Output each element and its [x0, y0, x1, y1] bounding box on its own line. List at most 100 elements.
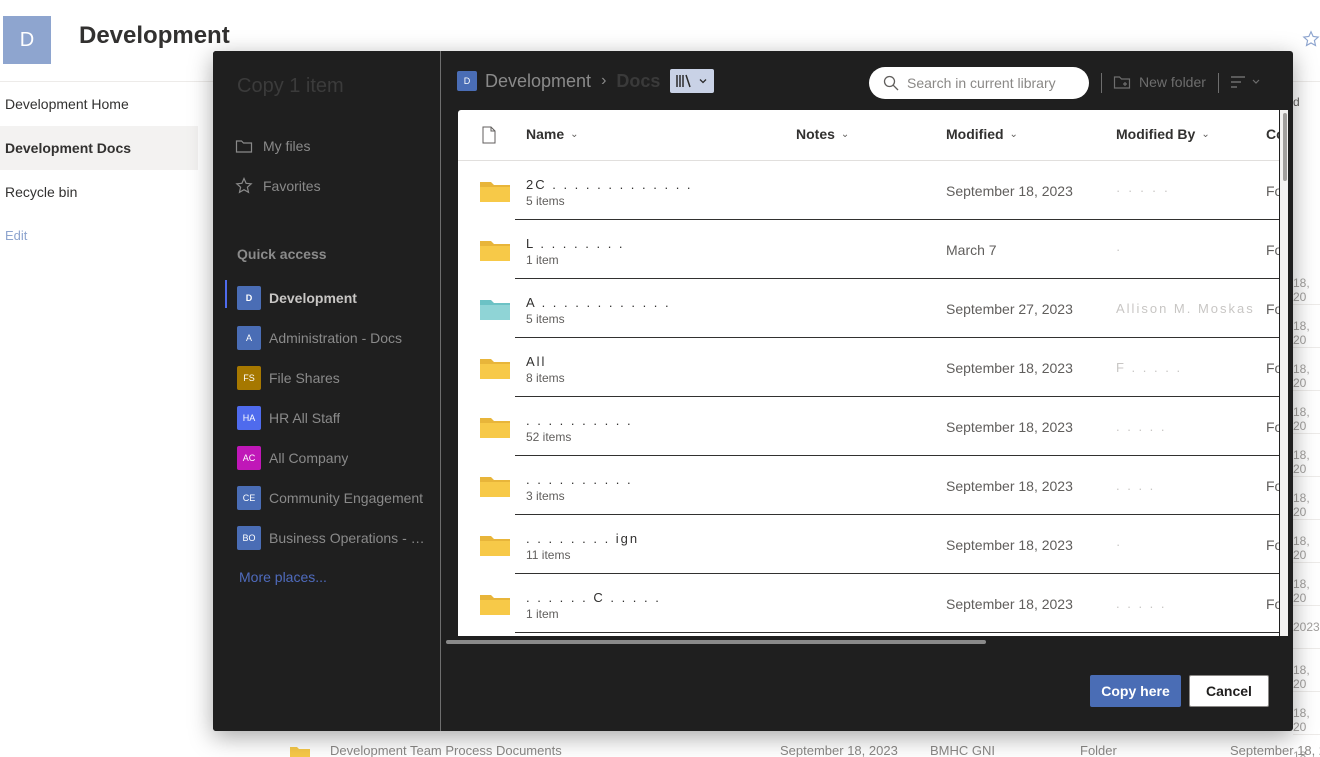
site-badge: AC [237, 446, 261, 470]
column-header-type[interactable]: Co [1266, 126, 1279, 142]
site-badge: BO [237, 526, 261, 550]
chevron-down-icon: ⌄ [1201, 128, 1210, 140]
follow-star-icon[interactable] [1302, 30, 1320, 48]
item-count: 5 items [526, 312, 565, 326]
column-header-name[interactable]: Name ⌄ [526, 126, 579, 142]
item-count: 3 items [526, 489, 565, 503]
search-icon [883, 75, 899, 91]
chevron-down-icon: ⌄ [840, 128, 850, 140]
item-modified: September 18, 2023 [946, 419, 1073, 435]
chevron-right-icon: › [601, 72, 607, 89]
more-places-link[interactable]: More places... [239, 569, 327, 585]
quick-access-administration-docs[interactable]: A Administration - Docs [225, 320, 435, 356]
folder-icon [235, 140, 253, 153]
quick-access-development[interactable]: D Development [225, 280, 435, 316]
table-row[interactable]: . . . . . . . . . . 3 items September 18, … [458, 456, 1279, 515]
item-modified-by: · · · · · [1116, 183, 1171, 198]
vertical-scrollbar-thumb[interactable] [1283, 113, 1287, 181]
location-label: Favorites [263, 178, 321, 194]
search-input[interactable]: Search in current library [869, 67, 1089, 99]
column-label: Name [526, 126, 565, 142]
bg-date-cell: 18, 20 [1293, 491, 1310, 519]
table-row[interactable]: All 8 items September 18, 2023 F . . . . . F… [458, 338, 1279, 397]
table-row[interactable]: . . . . . . . . ign 11 items September 18,… [458, 515, 1279, 574]
breadcrumb-site[interactable]: Development [485, 71, 591, 92]
item-type: Fo [1266, 183, 1279, 199]
new-folder-icon [1113, 76, 1131, 89]
item-count: 5 items [526, 194, 565, 208]
site-badge: D [457, 71, 477, 91]
item-name[interactable]: A . . . . . . . . . . . . [526, 295, 671, 310]
column-label: Modified By [1116, 126, 1196, 142]
dialog-left-pane: Copy 1 item My files Favorites Quick acc… [213, 51, 441, 731]
cancel-button[interactable]: Cancel [1189, 675, 1269, 707]
table-row[interactable]: . . . . . . C . . . . . 1 item September 1… [458, 574, 1279, 633]
quick-access-label: File Shares [269, 370, 340, 386]
location-my-files[interactable]: My files [235, 135, 310, 157]
item-count: 8 items [526, 371, 565, 385]
row-divider [515, 632, 1279, 633]
column-header-modified[interactable]: Modified ⌄ [946, 126, 1018, 142]
nav-item-development-home[interactable]: Development Home [0, 82, 198, 126]
quick-access-file-shares[interactable]: FS File Shares [225, 360, 435, 396]
quick-access-all-company[interactable]: AC All Company [225, 440, 435, 476]
table-row[interactable]: A . . . . . . . . . . . . 5 items Septembe… [458, 279, 1279, 338]
item-name[interactable]: . . . . . . . . ign [526, 531, 639, 546]
site-title[interactable]: Development [79, 22, 230, 50]
item-count: 11 items [526, 548, 571, 562]
quick-access-label: Administration - Docs [269, 330, 403, 346]
bg-date-cell: 18, 20 [1293, 362, 1310, 390]
item-modified-by: . . . . . [1116, 596, 1167, 611]
item-type: Fo [1266, 360, 1279, 376]
column-header-modified-by[interactable]: Modified By ⌄ [1116, 126, 1210, 142]
item-name[interactable]: 2C . . . . . . . . . . . . . [526, 177, 693, 192]
folder-icon [480, 477, 510, 497]
item-name[interactable]: All [526, 354, 546, 369]
bg-date-cell: 18, 20 [1293, 577, 1310, 605]
toolbar-divider [1101, 73, 1102, 93]
item-type: Fo [1266, 596, 1279, 612]
library-switch-button[interactable] [670, 69, 715, 93]
item-name[interactable]: L . . . . . . . . [526, 236, 625, 251]
item-type: Fo [1266, 478, 1279, 494]
nav-item-recycle-bin[interactable]: Recycle bin [0, 170, 198, 214]
bg-row-divider [1293, 562, 1320, 563]
bg-row-modified2: September 18, 2023 [1230, 743, 1320, 757]
folder-icon [480, 300, 510, 320]
sort-menu-icon[interactable] [1229, 71, 1261, 93]
nav-edit-link[interactable]: Edit [0, 214, 198, 258]
bg-date-cell: 18, 20 [1293, 663, 1310, 691]
quick-access-label: Business Operations - Docs [269, 530, 429, 546]
nav-item-development-docs[interactable]: Development Docs [0, 126, 198, 170]
bg-column-header-fragment: d [1293, 95, 1300, 109]
vertical-scrollbar[interactable] [1280, 110, 1288, 636]
table-row[interactable]: L . . . . . . . . 1 item March 7 · Fo [458, 220, 1279, 279]
bg-row-type: Folder [1080, 743, 1117, 757]
column-header-notes[interactable]: Notes ⌄ [796, 126, 849, 142]
location-favorites[interactable]: Favorites [235, 175, 321, 197]
copy-here-button[interactable]: Copy here [1090, 675, 1181, 707]
new-folder-button[interactable]: New folder [1113, 71, 1206, 93]
item-type: Fo [1266, 242, 1279, 258]
horizontal-scrollbar[interactable] [446, 640, 986, 644]
site-logo[interactable]: D [3, 16, 51, 64]
item-modified-by: . . . . [1116, 478, 1156, 493]
item-modified: September 18, 2023 [946, 360, 1073, 376]
column-label: Modified [946, 126, 1004, 142]
dialog-title: Copy 1 item [237, 75, 344, 97]
quick-access-community-engagement[interactable]: CE Community Engagement [225, 480, 435, 516]
file-type-icon[interactable] [482, 126, 496, 144]
bg-date-cell: 2023 [1293, 620, 1320, 634]
toolbar-divider [1218, 73, 1219, 93]
item-modified: September 18, 2023 [946, 183, 1073, 199]
column-label: Notes [796, 126, 835, 142]
quick-access-business-operations[interactable]: BO Business Operations - Docs [225, 520, 435, 556]
item-name[interactable]: . . . . . . . . . . [526, 413, 633, 428]
quick-access-hr-all-staff[interactable]: HA HR All Staff [225, 400, 435, 436]
item-name[interactable]: . . . . . . . . . . [526, 472, 633, 487]
table-row[interactable]: 2C . . . . . . . . . . . . . 5 items Septe… [458, 161, 1279, 220]
item-modified-by: · [1116, 537, 1123, 552]
quick-access-label: All Company [269, 450, 349, 466]
table-row[interactable]: . . . . . . . . . . 52 items September 18,… [458, 397, 1279, 456]
item-name[interactable]: . . . . . . C . . . . . [526, 590, 661, 605]
